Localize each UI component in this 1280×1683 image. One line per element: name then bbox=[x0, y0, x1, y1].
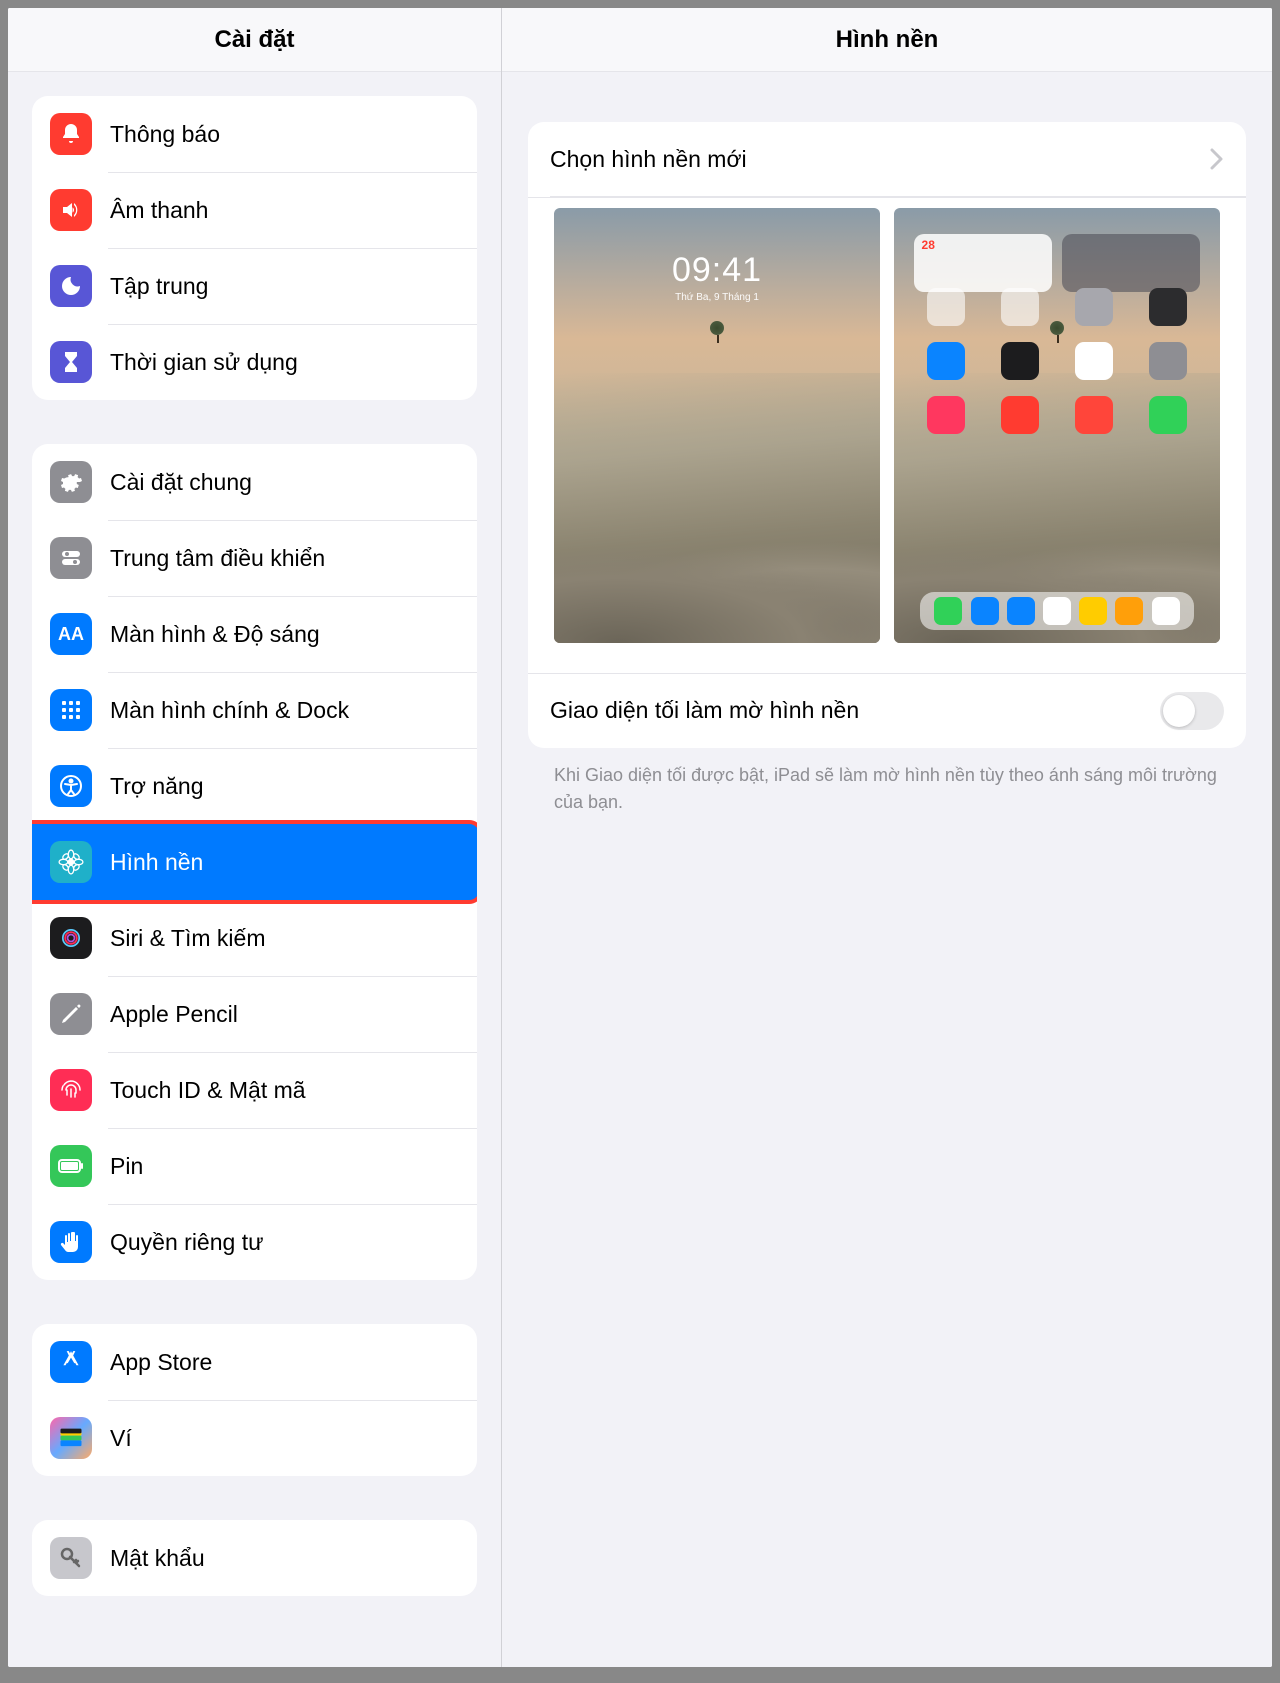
sidebar-item-battery[interactable]: Pin bbox=[32, 1128, 477, 1204]
sidebar-header: Cài đặt bbox=[8, 8, 501, 72]
flower-icon bbox=[50, 841, 92, 883]
sidebar-item-label: Apple Pencil bbox=[110, 1001, 238, 1028]
sidebar-item-label: Tập trung bbox=[110, 273, 208, 300]
sidebar-item-label: Cài đặt chung bbox=[110, 469, 252, 496]
sidebar-item-label: App Store bbox=[110, 1349, 212, 1376]
sidebar-item-notifications[interactable]: Thông báo bbox=[32, 96, 477, 172]
speaker-icon bbox=[50, 189, 92, 231]
hourglass-icon bbox=[50, 341, 92, 383]
sidebar-item-touchid[interactable]: Touch ID & Mật mã bbox=[32, 1052, 477, 1128]
appstore-icon bbox=[50, 1341, 92, 1383]
dim-wallpaper-row: Giao diện tối làm mờ hình nền bbox=[528, 674, 1246, 748]
sidebar-item-privacy[interactable]: Quyền riêng tư bbox=[32, 1204, 477, 1280]
sidebar-item-label: Mật khẩu bbox=[110, 1545, 205, 1572]
sidebar-item-label: Âm thanh bbox=[110, 197, 208, 224]
sidebar-item-label: Quyền riêng tư bbox=[110, 1229, 263, 1256]
sidebar-item-controlcenter[interactable]: Trung tâm điều khiển bbox=[32, 520, 477, 596]
lock-date: Thứ Ba, 9 Tháng 1 bbox=[554, 292, 880, 303]
sidebar-group: Cài đặt chung Trung tâm điều khiển AA Màn h… bbox=[32, 444, 477, 1280]
sidebar-group: Mật khẩu bbox=[32, 1520, 477, 1596]
sidebar-item-label: Màn hình & Độ sáng bbox=[110, 621, 320, 648]
settings-sidebar: Cài đặt Thông báo Âm thanh Tập trung Thời g… bbox=[8, 8, 502, 1667]
sidebar-item-label: Trợ năng bbox=[110, 773, 204, 800]
detail-title: Hình nền bbox=[836, 26, 939, 54]
dock bbox=[920, 592, 1194, 630]
sidebar-item-pencil[interactable]: Apple Pencil bbox=[32, 976, 477, 1052]
detail-header: Hình nền bbox=[502, 8, 1272, 72]
sidebar-item-focus[interactable]: Tập trung bbox=[32, 248, 477, 324]
hand-icon bbox=[50, 1221, 92, 1263]
sidebar-item-homescreen[interactable]: Màn hình chính & Dock bbox=[32, 672, 477, 748]
text-size-icon: AA bbox=[50, 613, 92, 655]
wallet-icon bbox=[50, 1417, 92, 1459]
sidebar-group: App Store Ví bbox=[32, 1324, 477, 1476]
sidebar-item-label: Thông báo bbox=[110, 121, 220, 148]
sidebar-item-screentime[interactable]: Thời gian sử dụng bbox=[32, 324, 477, 400]
key-icon bbox=[50, 1537, 92, 1579]
gear-icon bbox=[50, 461, 92, 503]
lock-screen-preview[interactable]: 09:41 Thứ Ba, 9 Tháng 1 bbox=[554, 208, 880, 643]
sidebar-item-label: Pin bbox=[110, 1153, 143, 1180]
sidebar-item-wallet[interactable]: Ví bbox=[32, 1400, 477, 1476]
sidebar-item-sound[interactable]: Âm thanh bbox=[32, 172, 477, 248]
sidebar-item-accessibility[interactable]: Trợ năng bbox=[32, 748, 477, 824]
wallpaper-previews: 09:41 Thứ Ba, 9 Tháng 1 28 bbox=[528, 197, 1246, 674]
dim-wallpaper-label: Giao diện tối làm mờ hình nền bbox=[550, 697, 1160, 724]
choose-wallpaper-row[interactable]: Chọn hình nền mới bbox=[528, 122, 1246, 196]
grid-icon bbox=[50, 689, 92, 731]
sidebar-item-label: Trung tâm điều khiển bbox=[110, 545, 325, 572]
detail-pane: Hình nền Chọn hình nền mới 09:41 bbox=[502, 8, 1272, 1667]
sidebar-group: Thông báo Âm thanh Tập trung Thời gian sử d… bbox=[32, 96, 477, 400]
sidebar-item-wallpaper[interactable]: Hình nền bbox=[32, 824, 477, 900]
sidebar-item-general[interactable]: Cài đặt chung bbox=[32, 444, 477, 520]
chevron-right-icon bbox=[1210, 148, 1224, 170]
home-screen-preview[interactable]: 28 bbox=[894, 208, 1220, 643]
sidebar-item-label: Siri & Tìm kiếm bbox=[110, 925, 265, 952]
sidebar-item-siri[interactable]: Siri & Tìm kiếm bbox=[32, 900, 477, 976]
bell-icon bbox=[50, 113, 92, 155]
siri-icon bbox=[50, 917, 92, 959]
battery-icon bbox=[50, 1145, 92, 1187]
moon-icon bbox=[50, 265, 92, 307]
wallpaper-card: Chọn hình nền mới 09:41 Thứ Ba, 9 Tháng … bbox=[528, 122, 1246, 748]
sidebar-item-label: Ví bbox=[110, 1425, 132, 1452]
sidebar-item-label: Touch ID & Mật mã bbox=[110, 1077, 306, 1104]
sidebar-item-label: Màn hình chính & Dock bbox=[110, 697, 349, 724]
sidebar-title: Cài đặt bbox=[214, 26, 294, 54]
dim-wallpaper-footer: Khi Giao diện tối được bật, iPad sẽ làm … bbox=[528, 748, 1246, 816]
sidebar-scroll[interactable]: Thông báo Âm thanh Tập trung Thời gian sử d… bbox=[8, 72, 501, 1667]
accessibility-icon bbox=[50, 765, 92, 807]
sidebar-item-label: Thời gian sử dụng bbox=[110, 349, 298, 376]
sidebar-item-passwords[interactable]: Mật khẩu bbox=[32, 1520, 477, 1596]
sidebar-item-display[interactable]: AA Màn hình & Độ sáng bbox=[32, 596, 477, 672]
toggles-icon bbox=[50, 537, 92, 579]
lock-time: 09:41 bbox=[554, 251, 880, 290]
widget-placeholder bbox=[1062, 234, 1200, 292]
calendar-widget: 28 bbox=[914, 234, 1052, 292]
pencil-icon bbox=[50, 993, 92, 1035]
dim-wallpaper-toggle[interactable] bbox=[1160, 692, 1224, 730]
fingerprint-icon bbox=[50, 1069, 92, 1111]
choose-wallpaper-label: Chọn hình nền mới bbox=[550, 146, 1210, 173]
sidebar-item-label: Hình nền bbox=[110, 849, 203, 876]
sidebar-item-appstore[interactable]: App Store bbox=[32, 1324, 477, 1400]
